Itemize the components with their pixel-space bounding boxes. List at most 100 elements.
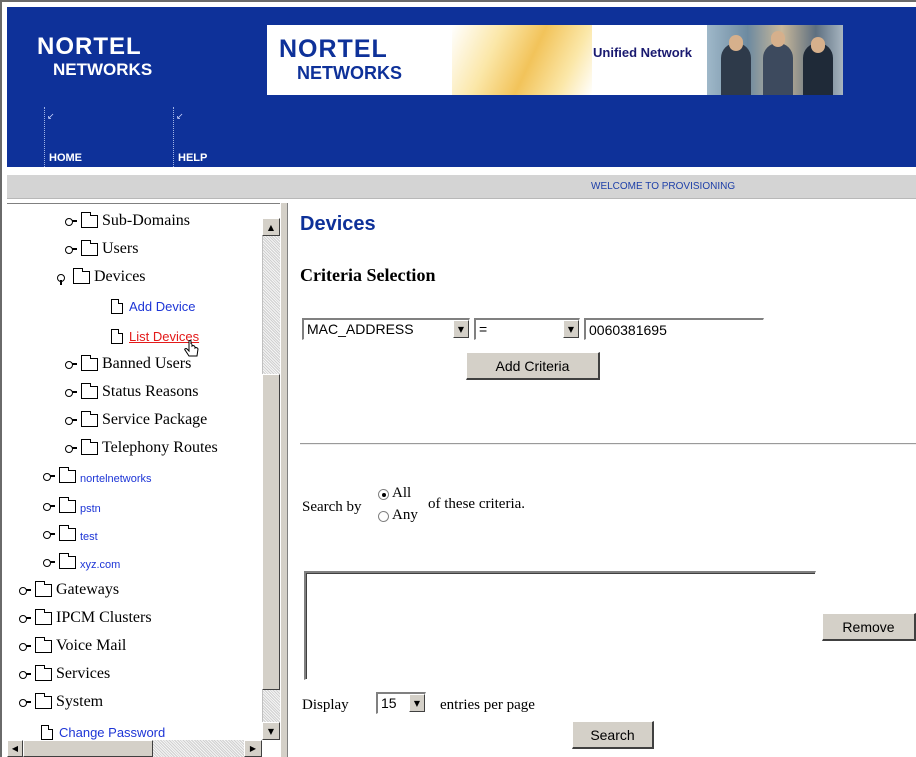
folder-icon — [59, 466, 76, 483]
scrollbar-thumb[interactable] — [262, 374, 280, 690]
folder-icon — [81, 382, 98, 399]
expand-icon[interactable] — [19, 669, 32, 679]
tree-item-service-package[interactable]: Service Package — [65, 408, 207, 432]
folder-open-icon — [73, 267, 90, 284]
remove-button[interactable]: Remove — [822, 613, 916, 641]
tree-item-ipcm-clusters[interactable]: IPCM Clusters — [19, 606, 152, 630]
expand-icon[interactable] — [65, 387, 78, 397]
search-button[interactable]: Search — [572, 721, 654, 749]
radio-all[interactable] — [378, 489, 389, 500]
expand-icon[interactable] — [19, 697, 32, 707]
tree-label[interactable]: Services — [56, 665, 110, 683]
folder-icon — [81, 410, 98, 427]
radio-any-label[interactable]: Any — [392, 507, 418, 524]
document-icon — [111, 298, 123, 314]
expand-icon[interactable] — [19, 585, 32, 595]
entries-select-value: 15 — [381, 695, 397, 711]
horizontal-scrollbar-thumb[interactable] — [23, 740, 153, 757]
radio-any[interactable] — [378, 511, 389, 522]
expand-icon[interactable] — [65, 415, 78, 425]
dropdown-arrow-icon[interactable]: ▼ — [453, 320, 469, 338]
nav-home[interactable]: ↙ HOME — [44, 107, 82, 167]
tree-item-voice-mail[interactable]: Voice Mail — [19, 634, 126, 658]
operator-select-value: = — [479, 321, 488, 337]
expand-icon[interactable] — [43, 529, 56, 539]
document-icon — [111, 328, 123, 344]
expand-icon[interactable] — [65, 359, 78, 369]
frame-divider[interactable] — [280, 203, 288, 757]
broken-image-icon: ↙ — [47, 111, 55, 121]
criteria-list-box[interactable] — [304, 571, 816, 680]
hand-cursor-icon — [184, 340, 199, 357]
tree-item-system[interactable]: System — [19, 690, 103, 714]
criteria-field-select[interactable]: MAC_ADDRESS ▼ — [302, 318, 470, 340]
expand-icon[interactable] — [43, 501, 56, 511]
welcome-bar: WELCOME TO PROVISIONING — [7, 175, 916, 199]
tree-label[interactable]: Gateways — [56, 581, 119, 599]
tree-item-banned-users[interactable]: Banned Users — [65, 352, 191, 376]
tree-item-status-reasons[interactable]: Status Reasons — [65, 380, 198, 404]
tree-item-add-device[interactable]: Add Device — [111, 294, 195, 318]
dropdown-arrow-icon[interactable]: ▼ — [563, 320, 579, 338]
tree-item-pstn[interactable]: pstn — [43, 494, 101, 518]
criteria-heading: Criteria Selection — [300, 265, 436, 285]
tree-item-xyz-com[interactable]: xyz.com — [43, 550, 120, 574]
expand-icon[interactable] — [65, 244, 78, 254]
folder-icon — [35, 608, 52, 625]
tree-label[interactable]: Devices — [94, 268, 146, 286]
ad-logo-line2: NETWORKS — [297, 63, 402, 83]
folder-icon — [35, 692, 52, 709]
tree-link-label[interactable]: pstn — [80, 503, 101, 515]
tree-item-devices[interactable]: Devices — [57, 265, 146, 289]
expand-icon[interactable] — [65, 443, 78, 453]
nortel-logo[interactable]: NORTEL NETWORKS — [37, 35, 152, 79]
expand-icon[interactable] — [19, 641, 32, 651]
add-criteria-button[interactable]: Add Criteria — [466, 352, 600, 380]
tree-link-label[interactable]: Change Password — [59, 725, 165, 740]
divider-line — [300, 443, 916, 445]
scroll-left-arrow-icon[interactable]: ◀ — [7, 740, 23, 757]
navigation-tree: Sub-Domains Users Devices Add Device Lis… — [7, 203, 280, 757]
tree-item-nortelnetworks[interactable]: nortelnetworks — [43, 464, 152, 488]
dropdown-arrow-icon[interactable]: ▼ — [409, 694, 425, 712]
tree-item-gateways[interactable]: Gateways — [19, 578, 119, 602]
tree-label[interactable]: System — [56, 693, 103, 711]
tree-label[interactable]: Status Reasons — [102, 383, 198, 401]
folder-icon — [81, 239, 98, 256]
expand-icon[interactable] — [65, 216, 78, 226]
scroll-right-arrow-icon[interactable]: ▶ — [244, 740, 262, 757]
nav-help[interactable]: ↙ HELP — [173, 107, 207, 167]
tree-link-label[interactable]: xyz.com — [80, 559, 120, 571]
tree-label[interactable]: IPCM Clusters — [56, 609, 152, 627]
unified-network-ad-banner[interactable]: NORTEL NETWORKS Unified Network — [267, 25, 843, 95]
tree-item-test[interactable]: test — [43, 522, 98, 546]
tree-label[interactable]: Banned Users — [102, 355, 191, 373]
scroll-up-arrow-icon[interactable]: ▲ — [262, 218, 280, 236]
expand-icon[interactable] — [19, 613, 32, 623]
collapse-icon[interactable] — [57, 272, 70, 285]
tree-item-users[interactable]: Users — [65, 237, 138, 261]
nav-home-label[interactable]: HOME — [49, 152, 82, 164]
tree-link-label[interactable]: nortelnetworks — [80, 473, 152, 485]
tree-label[interactable]: Sub-Domains — [102, 212, 190, 230]
document-icon — [41, 724, 53, 740]
criteria-value-input[interactable] — [584, 318, 764, 340]
scroll-down-arrow-icon[interactable]: ▼ — [262, 722, 280, 740]
entries-per-page-select[interactable]: 15 ▼ — [376, 692, 426, 714]
tree-label[interactable]: Service Package — [102, 411, 207, 429]
tree-link-label[interactable]: Add Device — [129, 299, 195, 314]
header-banner: NORTEL NETWORKS NORTEL NETWORKS Unified … — [7, 7, 916, 167]
tree-label[interactable]: Telephony Routes — [102, 439, 218, 457]
tree-item-sub-domains[interactable]: Sub-Domains — [65, 209, 190, 233]
expand-icon[interactable] — [43, 557, 56, 567]
criteria-operator-select[interactable]: = ▼ — [474, 318, 580, 340]
tree-link-label[interactable]: test — [80, 531, 98, 543]
nav-help-label[interactable]: HELP — [178, 152, 207, 164]
tree-label[interactable]: Voice Mail — [56, 637, 126, 655]
expand-icon[interactable] — [43, 471, 56, 481]
tree-label[interactable]: Users — [102, 240, 138, 258]
tree-item-telephony-routes[interactable]: Telephony Routes — [65, 436, 218, 460]
tree-item-services[interactable]: Services — [19, 662, 110, 686]
folder-icon — [81, 438, 98, 455]
radio-all-label[interactable]: All — [392, 485, 411, 502]
